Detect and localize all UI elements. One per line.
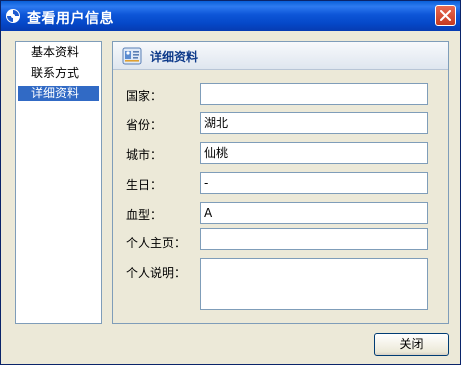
detail-header: 详细资料 — [113, 42, 448, 70]
description-label: 个人说明： — [126, 266, 187, 280]
sidebar-nav: 基本资料 联系方式 详细资料 — [15, 41, 102, 324]
sidebar-item-details[interactable]: 详细资料 — [18, 86, 99, 101]
detail-panel: 详细资料 国家： 省份： 湖北 城市： 仙桃 生日： - 血型： A 个人主页：… — [112, 41, 449, 324]
sidebar-item-contact[interactable]: 联系方式 — [18, 66, 99, 81]
dialog-window: 查看用户信息 基本资料 联系方式 详细资料 详细资料 国家： 省份： 湖北 城市… — [0, 0, 461, 365]
city-field[interactable]: 仙桃 — [200, 142, 428, 164]
close-icon — [440, 10, 451, 21]
sidebar-item-label: 详细资料 — [31, 86, 80, 100]
description-textarea[interactable] — [200, 258, 428, 310]
contact-card-icon — [122, 47, 142, 65]
window-title: 查看用户信息 — [27, 11, 114, 27]
homepage-label: 个人主页： — [126, 236, 187, 250]
sidebar-item-label: 基本资料 — [31, 45, 80, 59]
close-window-button[interactable] — [435, 5, 456, 26]
country-field[interactable] — [200, 83, 428, 105]
title-bar[interactable]: 查看用户信息 — [1, 1, 460, 31]
birthday-field[interactable]: - — [200, 172, 428, 194]
blood-type-field[interactable]: A — [200, 202, 428, 224]
province-label: 省份： — [126, 118, 163, 132]
province-field[interactable]: 湖北 — [200, 112, 428, 134]
sidebar-item-basic-info[interactable]: 基本资料 — [18, 45, 99, 60]
dialog-body: 基本资料 联系方式 详细资料 详细资料 国家： 省份： 湖北 城市： 仙桃 生日… — [5, 31, 456, 362]
app-icon — [6, 9, 20, 23]
sidebar-item-label: 联系方式 — [31, 66, 80, 80]
country-label: 国家： — [126, 89, 163, 103]
homepage-field[interactable] — [200, 228, 428, 250]
close-button[interactable]: 关闭 — [374, 333, 449, 356]
blood-type-label: 血型： — [126, 208, 163, 222]
birthday-label: 生日： — [126, 178, 163, 192]
city-label: 城市： — [126, 148, 163, 162]
detail-header-title: 详细资料 — [150, 50, 199, 64]
